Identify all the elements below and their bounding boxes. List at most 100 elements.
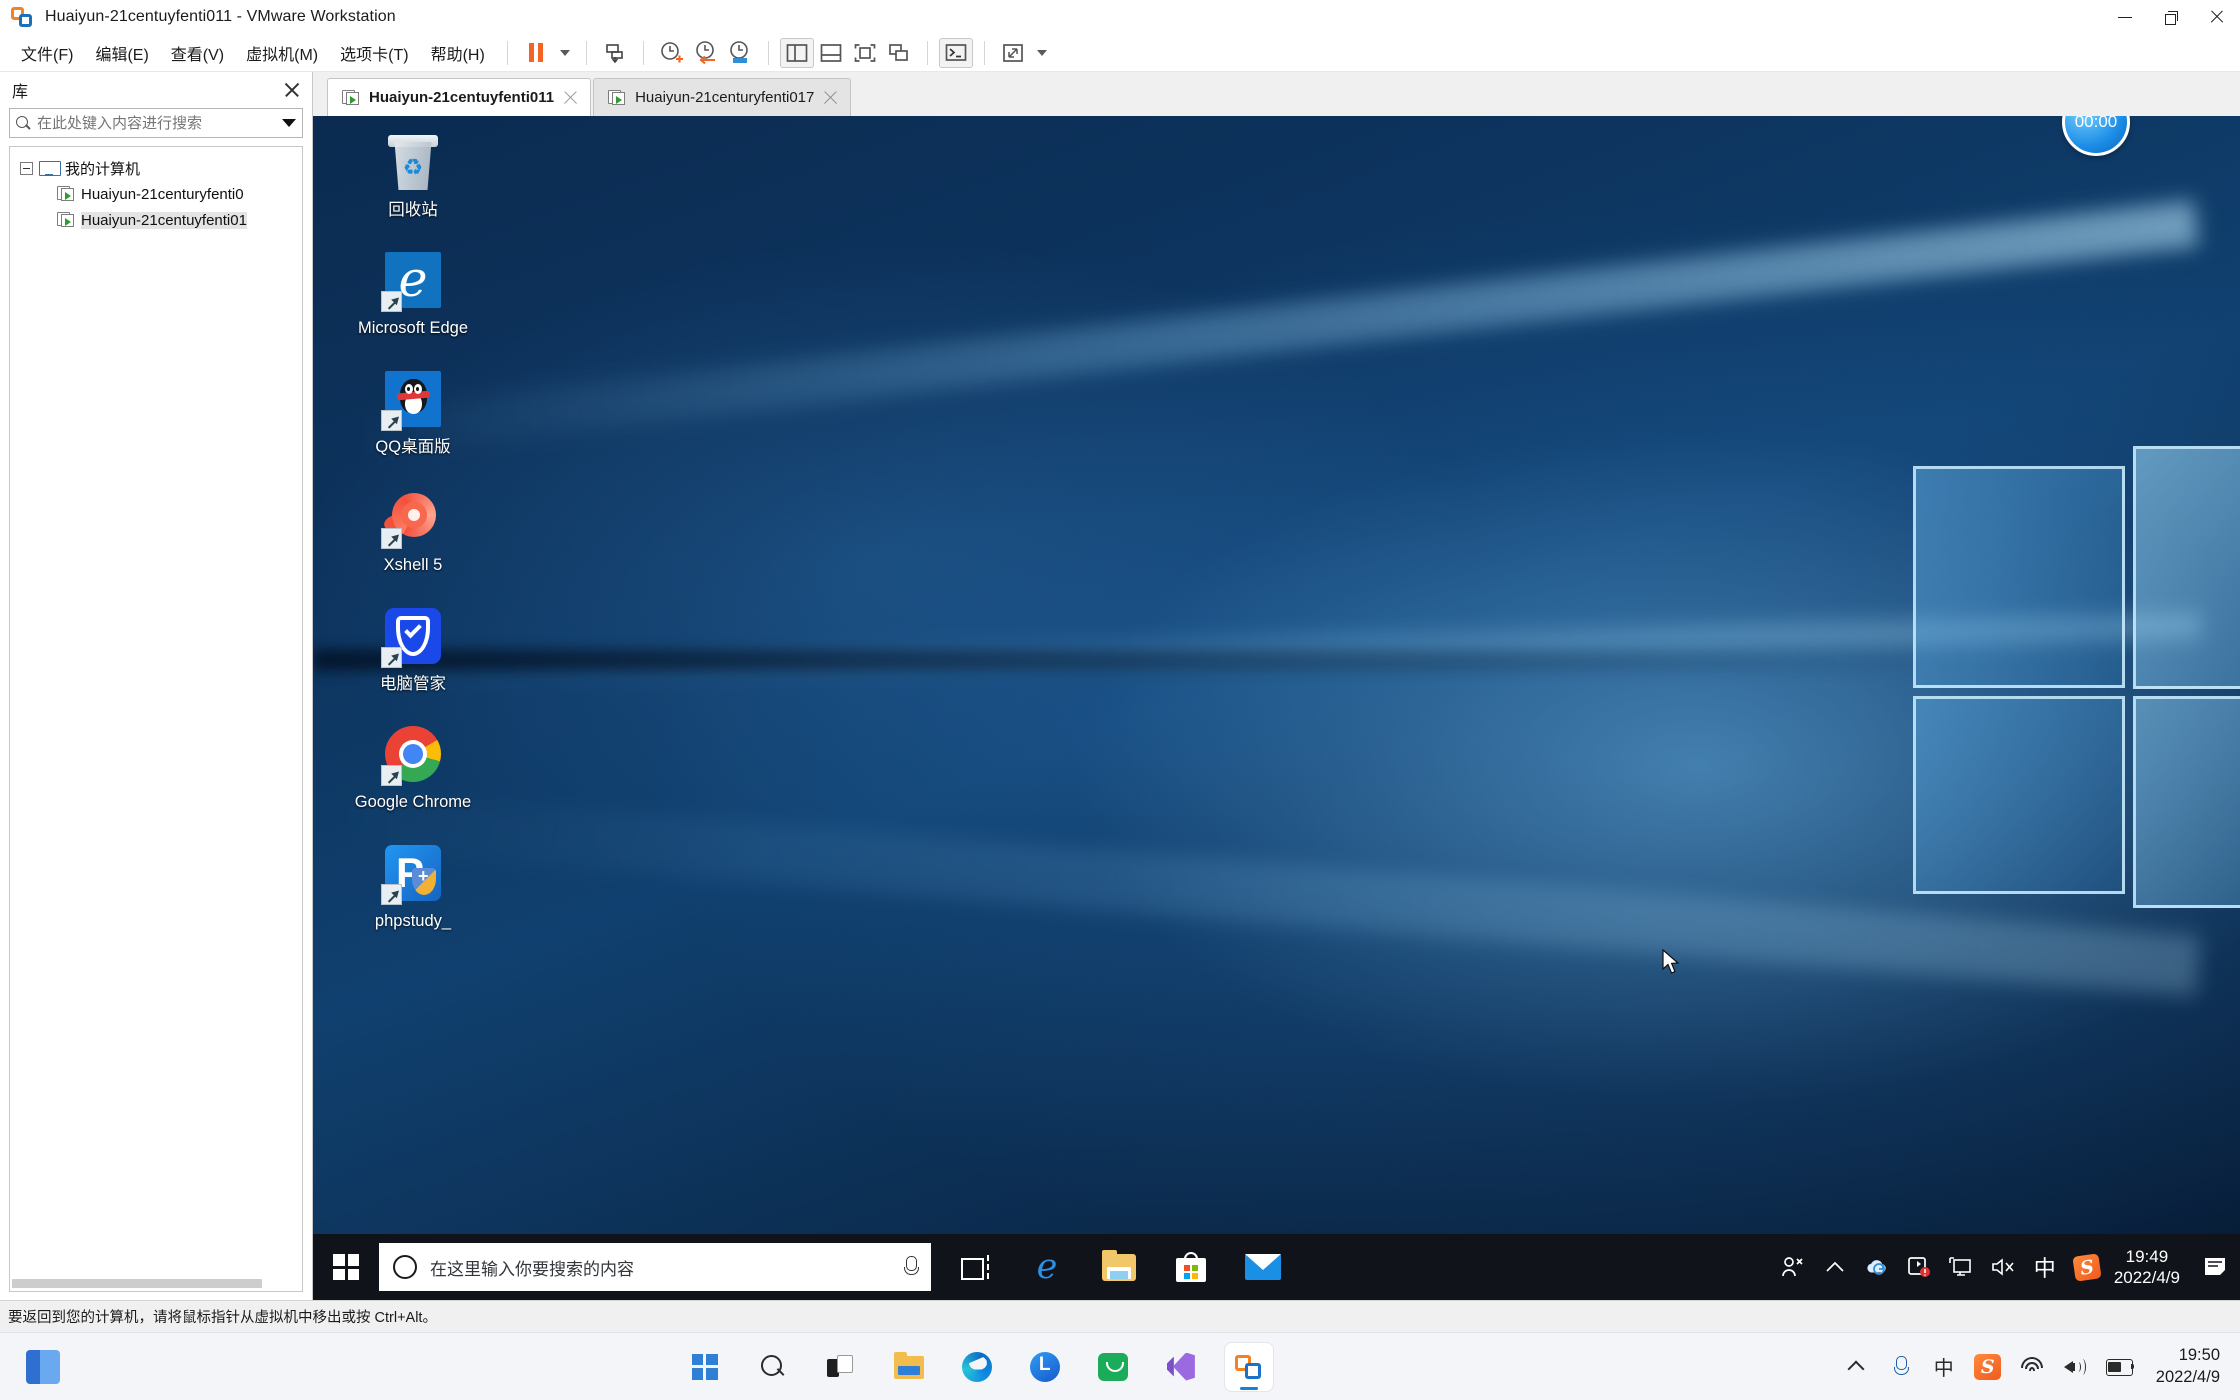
microsoft-store-taskbar-button[interactable] [1155, 1234, 1227, 1300]
library-horizontal-scrollbar[interactable] [9, 1276, 303, 1292]
pause-dropdown[interactable] [553, 38, 575, 68]
host-vmware-button[interactable] [1224, 1342, 1273, 1391]
window-title: Huaiyun-21centuyfenti011 - VMware Workst… [45, 8, 396, 25]
window-controls [2102, 0, 2240, 34]
guest-clock-date: 2022/4/9 [2113, 1268, 2180, 1287]
volume-tray-icon[interactable] [1982, 1234, 2024, 1300]
vmware-logo-icon [1234, 1352, 1264, 1382]
send-to-button[interactable] [598, 38, 632, 68]
collapse-icon[interactable] [20, 161, 33, 175]
host-mic-icon[interactable] [1878, 1344, 1922, 1390]
desktop-icon-label: QQ桌面版 [375, 437, 451, 456]
maximize-button[interactable] [2148, 0, 2194, 34]
google-chrome-icon [381, 722, 445, 787]
host-wechat-button[interactable] [1089, 1343, 1137, 1391]
desktop-wallpaper [313, 116, 2240, 1300]
security-alert-tray-icon[interactable] [1898, 1234, 1940, 1300]
host-wifi-icon[interactable] [2010, 1344, 2054, 1390]
menu-file[interactable]: 文件(F) [10, 37, 84, 69]
library-search-box[interactable] [9, 108, 303, 138]
host-battery-icon[interactable] [2098, 1344, 2142, 1390]
guest-start-button[interactable] [313, 1234, 379, 1300]
library-close-icon[interactable] [284, 82, 300, 98]
tab-huaiyun-011[interactable]: Huaiyun-21centuyfenti011 [327, 78, 592, 116]
guest-task-buttons: e [939, 1234, 1299, 1300]
tree-item-vm-2[interactable]: Huaiyun-21centuyfenti01 [10, 207, 302, 233]
desktop-icon-google-chrome[interactable]: Google Chrome [338, 722, 488, 812]
pause-button[interactable] [519, 38, 553, 68]
menu-tabs[interactable]: 选项卡(T) [329, 37, 419, 69]
show-hidden-icons-button[interactable] [1814, 1234, 1856, 1300]
microphone-icon[interactable] [904, 1256, 919, 1278]
onedrive-tray-icon[interactable] [1856, 1234, 1898, 1300]
widgets-icon[interactable] [26, 1349, 60, 1384]
show-thumbnails-button[interactable] [814, 38, 848, 68]
snapshot-revert-button[interactable] [689, 38, 723, 68]
computer-icon [39, 160, 61, 176]
guest-screen[interactable]: 00:00 ♻ 回收站 Microsoft Edge [313, 116, 2240, 1300]
unity-mode-button[interactable] [882, 38, 916, 68]
file-explorer-icon [893, 1352, 924, 1379]
stretch-dropdown[interactable] [1030, 38, 1052, 68]
task-view-button[interactable] [939, 1234, 1011, 1300]
host-vscode-button[interactable] [1157, 1343, 1205, 1391]
close-button[interactable] [2194, 0, 2240, 34]
scrollbar-thumb[interactable] [12, 1279, 262, 1288]
host-loop-button[interactable] [1021, 1343, 1069, 1391]
host-sogou-icon[interactable]: S [1966, 1344, 2010, 1390]
title-bar: Huaiyun-21centuyfenti011 - VMware Workst… [0, 0, 2240, 34]
host-task-view-button[interactable] [817, 1343, 865, 1391]
host-show-hidden-icons[interactable] [1834, 1344, 1878, 1390]
desktop-icon-microsoft-edge[interactable]: Microsoft Edge [338, 248, 488, 338]
tab-close-icon[interactable] [823, 90, 838, 105]
status-bar: 要返回到您的计算机，请将鼠标指针从虚拟机中移出或按 Ctrl+Alt。 [0, 1300, 2240, 1332]
menu-virtual-machine[interactable]: 虚拟机(M) [235, 37, 329, 69]
ime-mode-tray-icon[interactable]: 中 [2024, 1234, 2066, 1300]
people-tray-icon[interactable] [1772, 1234, 1814, 1300]
desktop-icon-label: 电脑管家 [380, 674, 446, 693]
edge-taskbar-button[interactable]: e [1011, 1234, 1083, 1300]
microphone-icon [1893, 1356, 1909, 1377]
menu-help[interactable]: 帮助(H) [420, 37, 496, 69]
file-explorer-taskbar-button[interactable] [1083, 1234, 1155, 1300]
chevron-down-icon [559, 49, 570, 56]
desktop-icon-phpstudy[interactable]: P phpstudy_ [338, 841, 488, 931]
desktop-icon-recycle-bin[interactable]: ♻ 回收站 [338, 130, 488, 220]
desktop-icon-tencent-pc-manager[interactable]: 电脑管家 [338, 604, 488, 694]
host-ime-icon[interactable]: 中 [1922, 1344, 1966, 1390]
guest-search-box[interactable]: 在这里输入你要搜索的内容 [379, 1243, 931, 1291]
send-down-icon [605, 43, 623, 63]
host-edge-button[interactable] [953, 1343, 1001, 1391]
snapshot-take-button[interactable] [655, 38, 689, 68]
full-screen-button[interactable] [848, 38, 882, 68]
tree-item-vm-1[interactable]: Huaiyun-21centuryfenti0 [10, 181, 302, 207]
guest-clock[interactable]: 19:49 2022/4/9 [2108, 1246, 2194, 1289]
desktop-icon-xshell[interactable]: Xshell 5 [338, 485, 488, 575]
host-search-button[interactable] [749, 1343, 797, 1391]
desktop-icon-qq[interactable]: QQ桌面版 [338, 367, 488, 457]
vm-pane: Huaiyun-21centuyfenti011 Huaiyun-21centu… [313, 72, 2240, 1300]
host-start-button[interactable] [681, 1343, 729, 1391]
vm-icon [57, 212, 75, 228]
tree-item-my-computer[interactable]: 我的计算机 [10, 155, 302, 181]
minimize-button[interactable] [2102, 0, 2148, 34]
host-file-explorer-button[interactable] [885, 1343, 933, 1391]
host-clock[interactable]: 19:50 2022/4/9 [2142, 1345, 2220, 1388]
tab-huaiyun-017[interactable]: Huaiyun-21centuryfenti017 [593, 78, 852, 116]
stretch-button[interactable] [996, 38, 1030, 68]
library-header: 库 [0, 72, 312, 108]
tab-close-icon[interactable] [563, 90, 578, 105]
menu-edit[interactable]: 编辑(E) [84, 37, 159, 69]
menu-view[interactable]: 查看(V) [160, 37, 235, 69]
library-search-input[interactable] [37, 114, 275, 132]
mail-taskbar-button[interactable] [1227, 1234, 1299, 1300]
network-tray-icon[interactable] [1940, 1234, 1982, 1300]
sogou-logo-icon: S [2072, 1252, 2102, 1282]
console-button[interactable] [938, 37, 973, 68]
host-volume-icon[interactable] [2054, 1344, 2098, 1390]
snapshot-manager-button[interactable] [723, 38, 757, 68]
chevron-down-icon[interactable] [282, 119, 296, 127]
action-center-button[interactable] [2194, 1234, 2236, 1300]
show-library-button[interactable] [779, 37, 814, 68]
sogou-tray-icon[interactable]: S [2066, 1234, 2108, 1300]
